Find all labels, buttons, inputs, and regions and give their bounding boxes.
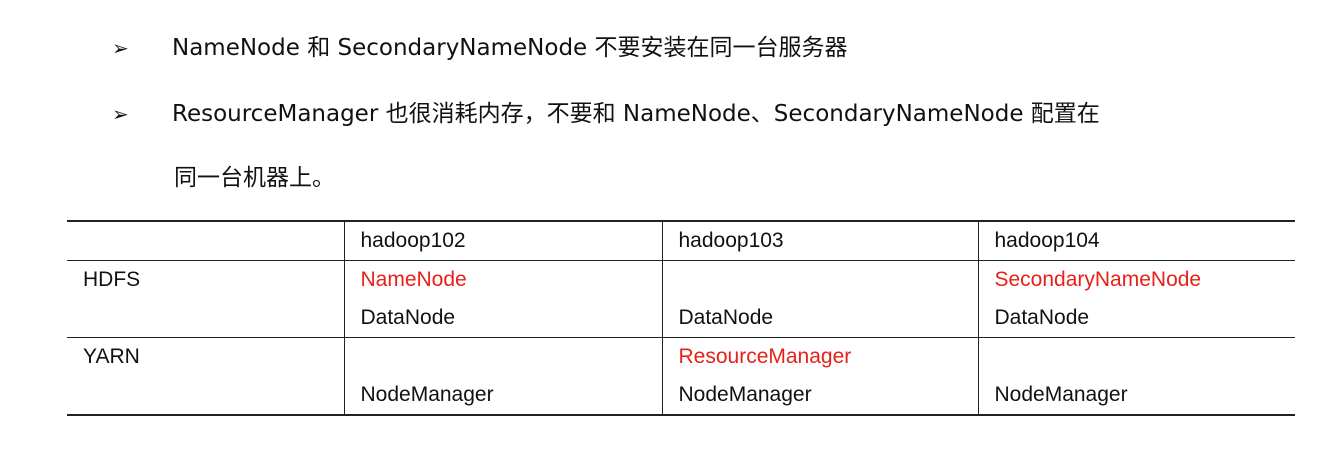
service-resourcemanager: ResourceManager	[678, 345, 852, 368]
table-cell: NodeManager	[977, 337, 1296, 416]
header-cell: hadoop102	[343, 220, 663, 261]
service-nodemanager: NodeManager	[678, 383, 812, 406]
service-namenode: NameNode	[360, 268, 467, 291]
table-cell: SecondaryNameNode DataNode	[977, 260, 1295, 338]
header-cell	[67, 220, 345, 261]
table-row: YARN NodeManager ResourceManager NodeMan…	[67, 337, 1296, 416]
bullet-continuation: 同一台机器上。	[174, 165, 335, 191]
bullet-item-1: ➢ NameNode 和 SecondaryNameNode 不要安装在同一台服务…	[112, 33, 848, 63]
empty-slot	[679, 261, 978, 299]
bullet-item-2: ➢ ResourceManager 也很消耗内存，不要和 NameNode、Sec…	[112, 99, 1100, 129]
empty-slot	[995, 338, 1296, 376]
empty-slot	[361, 338, 662, 376]
table-cell: DataNode	[661, 260, 979, 338]
table-cell: NodeManager	[343, 337, 663, 416]
bullet-text: ResourceManager 也很消耗内存，不要和 NameNode、Seco…	[172, 101, 1100, 127]
arrow-bullet-icon: ➢	[112, 36, 129, 60]
service-datanode: DataNode	[994, 306, 1090, 329]
table-header-row: hadoop102 hadoop103 hadoop104	[67, 220, 1295, 261]
service-datanode: DataNode	[678, 306, 774, 329]
header-cell: hadoop104	[977, 220, 1295, 261]
service-nodemanager: NodeManager	[360, 383, 494, 406]
header-cell: hadoop103	[661, 220, 979, 261]
cluster-plan-table: hadoop102 hadoop103 hadoop104 HDFS NameN…	[67, 220, 1295, 416]
table-cell: NameNode DataNode	[343, 260, 663, 338]
service-secondary-namenode: SecondaryNameNode	[994, 268, 1202, 291]
row-label: YARN	[67, 337, 345, 416]
arrow-bullet-icon: ➢	[112, 102, 129, 126]
table-cell: ResourceManager NodeManager	[661, 337, 979, 416]
service-nodemanager: NodeManager	[994, 383, 1128, 406]
bullet-text: NameNode 和 SecondaryNameNode 不要安装在同一台服务器	[172, 35, 848, 61]
service-datanode: DataNode	[360, 306, 456, 329]
row-label: HDFS	[67, 260, 345, 338]
table-row: HDFS NameNode DataNode DataNode Secondar…	[67, 260, 1295, 338]
